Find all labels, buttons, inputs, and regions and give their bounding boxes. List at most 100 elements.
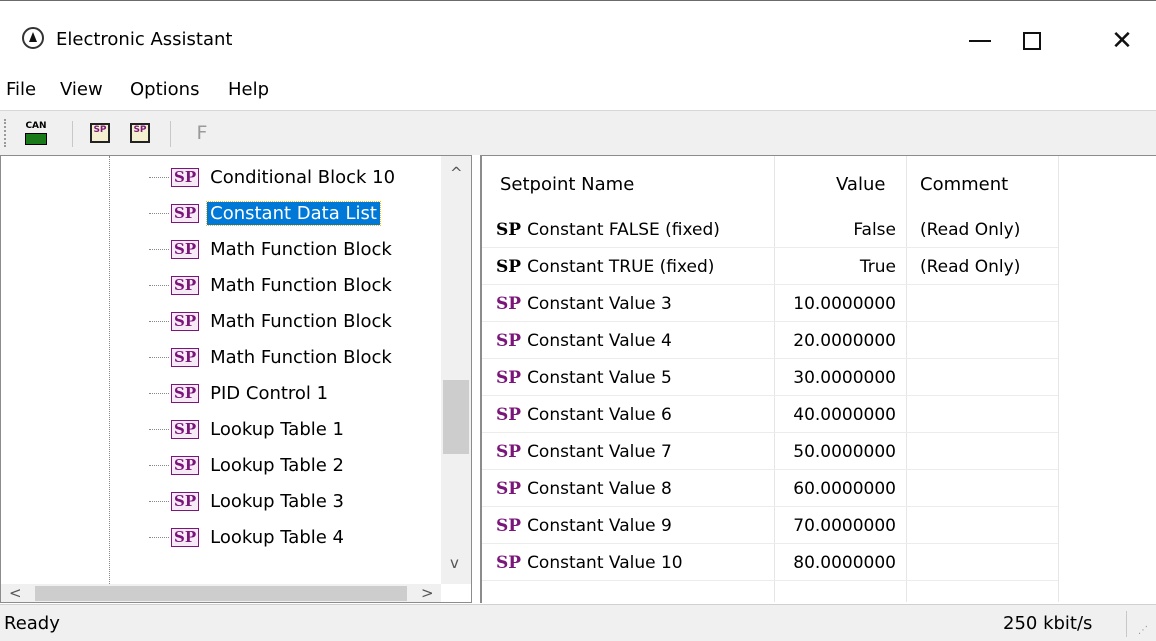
cell-setpoint-name: SP Constant Value 7	[496, 433, 672, 470]
menu-view[interactable]: View	[60, 79, 103, 100]
toolbar: CAN SP SP F	[0, 110, 1156, 155]
cell-value[interactable]: 80.0000000	[774, 544, 896, 581]
cell-value[interactable]: 40.0000000	[774, 396, 896, 433]
tree-item-label[interactable]: Lookup Table 4	[207, 526, 347, 549]
cell-value[interactable]: 30.0000000	[774, 359, 896, 396]
cell-comment[interactable]: (Read Only)	[920, 211, 1020, 248]
tree-item[interactable]: SP PID Control 1	[149, 376, 331, 410]
tree-item[interactable]: SP Conditional Block 10	[149, 160, 398, 194]
table-row[interactable]: SP Constant Value 3 10.0000000	[482, 285, 1156, 322]
setpoint-name: Constant Value 6	[527, 404, 672, 425]
tree-item[interactable]: SP Lookup Table 1	[149, 412, 347, 446]
setpoint-list[interactable]: Setpoint Name Value Comment SP Constant F…	[480, 155, 1156, 603]
column-header-value[interactable]: Value	[836, 174, 885, 195]
table-row[interactable]: SP Constant Value 4 20.0000000	[482, 322, 1156, 359]
table-row[interactable]: SP Constant Value 5 30.0000000	[482, 359, 1156, 396]
cell-setpoint-name: SP Constant Value 5	[496, 359, 672, 396]
tree-item-label[interactable]: Lookup Table 3	[207, 490, 347, 513]
setpoint-icon: SP	[171, 491, 200, 511]
setpoint-name: Constant Value 5	[527, 367, 672, 388]
tree-horizontal-scrollbar[interactable]: < >	[1, 584, 441, 602]
cell-setpoint-name: SP Constant FALSE (fixed)	[496, 211, 720, 248]
tree-item-label[interactable]: Math Function Block	[207, 346, 395, 369]
cell-value[interactable]: False	[774, 211, 896, 248]
scroll-down-arrow-icon[interactable]: v	[450, 554, 459, 572]
tree-horizontal-scroll-thumb[interactable]	[35, 586, 407, 601]
minimize-button[interactable]	[950, 17, 1010, 65]
cell-value[interactable]: 10.0000000	[774, 285, 896, 322]
tree-item-label[interactable]: Lookup Table 1	[207, 418, 347, 441]
maximize-button[interactable]	[1002, 17, 1062, 65]
cell-value[interactable]: True	[774, 248, 896, 285]
tree-item-label[interactable]: Math Function Block	[207, 238, 395, 261]
cell-setpoint-name: SP Constant TRUE (fixed)	[496, 248, 714, 285]
flash-button[interactable]: F	[188, 119, 216, 147]
tree-item-label[interactable]: Math Function Block	[207, 310, 395, 333]
tree-item[interactable]: SP Lookup Table 2	[149, 448, 347, 482]
scroll-up-arrow-icon[interactable]: ^	[450, 164, 463, 182]
column-header-setpoint-name[interactable]: Setpoint Name	[500, 174, 634, 195]
table-row[interactable]: SP Constant TRUE (fixed) True (Read Only)	[482, 248, 1156, 285]
cell-value[interactable]: 20.0000000	[774, 322, 896, 359]
tree-item-label[interactable]: Math Function Block	[207, 274, 395, 297]
resize-grip-icon[interactable]: ⋰	[1138, 625, 1148, 636]
cell-setpoint-name: SP Constant Value 9	[496, 507, 672, 544]
app-icon[interactable]	[22, 27, 44, 49]
tree-item[interactable]: SP Lookup Table 4	[149, 520, 347, 554]
tree-item[interactable]: SP Math Function Block	[149, 340, 395, 374]
tree-item[interactable]: SP Constant Data List	[149, 196, 381, 230]
cell-comment[interactable]: (Read Only)	[920, 248, 1020, 285]
tree-item-label[interactable]: Constant Data List	[206, 200, 381, 226]
setpoint-name: Constant Value 7	[527, 441, 672, 462]
tree-item[interactable]: SP Math Function Block	[149, 304, 395, 338]
menu-options[interactable]: Options	[130, 79, 199, 100]
cell-value[interactable]: 60.0000000	[774, 470, 896, 507]
setpoint-icon: SP	[171, 419, 200, 439]
flash-icon: F	[196, 122, 208, 144]
minimize-icon	[969, 40, 991, 42]
setpoint-icon: SP	[171, 347, 200, 367]
setpoint-name: Constant Value 3	[527, 293, 672, 314]
save-setpoint-button[interactable]: SP	[126, 119, 154, 147]
menu-bar: File View Options Help	[0, 76, 1156, 109]
menu-file[interactable]: File	[6, 79, 36, 100]
cell-value[interactable]: 50.0000000	[774, 433, 896, 470]
setpoint-name: Constant Value 10	[527, 552, 683, 573]
table-row[interactable]: SP Constant Value 10 80.0000000	[482, 544, 1156, 581]
column-header-comment[interactable]: Comment	[920, 174, 1008, 195]
table-row[interactable]: SP Constant Value 6 40.0000000	[482, 396, 1156, 433]
setpoint-tree[interactable]: SP Conditional Block 10 SP Constant Data Li…	[0, 155, 472, 603]
tree-connector	[149, 176, 169, 178]
tree-item-label[interactable]: PID Control 1	[207, 382, 331, 405]
cell-value[interactable]: 70.0000000	[774, 507, 896, 544]
table-row[interactable]: SP Constant FALSE (fixed) False (Read Only)	[482, 211, 1156, 248]
tree-connector	[149, 392, 169, 394]
status-bitrate: 250 kbit/s	[1003, 613, 1093, 634]
tree-item[interactable]: SP Math Function Block	[149, 268, 395, 302]
tree-item-label[interactable]: Lookup Table 2	[207, 454, 347, 477]
table-row[interactable]: SP Constant Value 9 70.0000000	[482, 507, 1156, 544]
scroll-left-arrow-icon[interactable]: <	[9, 584, 22, 602]
setpoint-icon: SP	[496, 478, 522, 499]
can-connect-button[interactable]: CAN	[22, 119, 50, 147]
cell-setpoint-name: SP Constant Value 4	[496, 322, 672, 359]
setpoint-name: Constant FALSE (fixed)	[527, 219, 720, 240]
open-setpoint-button[interactable]: SP	[86, 119, 114, 147]
tree-item[interactable]: SP Math Function Block	[149, 232, 395, 266]
tree-item-label[interactable]: Conditional Block 10	[207, 166, 398, 189]
setpoint-icon: SP	[496, 219, 522, 240]
table-row[interactable]: SP Constant Value 7 50.0000000	[482, 433, 1156, 470]
close-button[interactable]: ✕	[1092, 17, 1152, 65]
close-icon: ✕	[1111, 26, 1133, 56]
toolbar-grip[interactable]	[4, 119, 9, 147]
tree-vertical-scrollbar[interactable]: ^ v	[441, 156, 471, 584]
scroll-right-arrow-icon[interactable]: >	[421, 584, 434, 602]
tree-connector	[149, 428, 169, 430]
setpoint-icon: SP	[496, 404, 522, 425]
menu-help[interactable]: Help	[228, 79, 269, 100]
tree-item[interactable]: SP Lookup Table 3	[149, 484, 347, 518]
row-divider	[482, 580, 1058, 581]
table-row[interactable]: SP Constant Value 8 60.0000000	[482, 470, 1156, 507]
tree-connector	[149, 464, 169, 466]
tree-vertical-scroll-thumb[interactable]	[443, 380, 469, 454]
